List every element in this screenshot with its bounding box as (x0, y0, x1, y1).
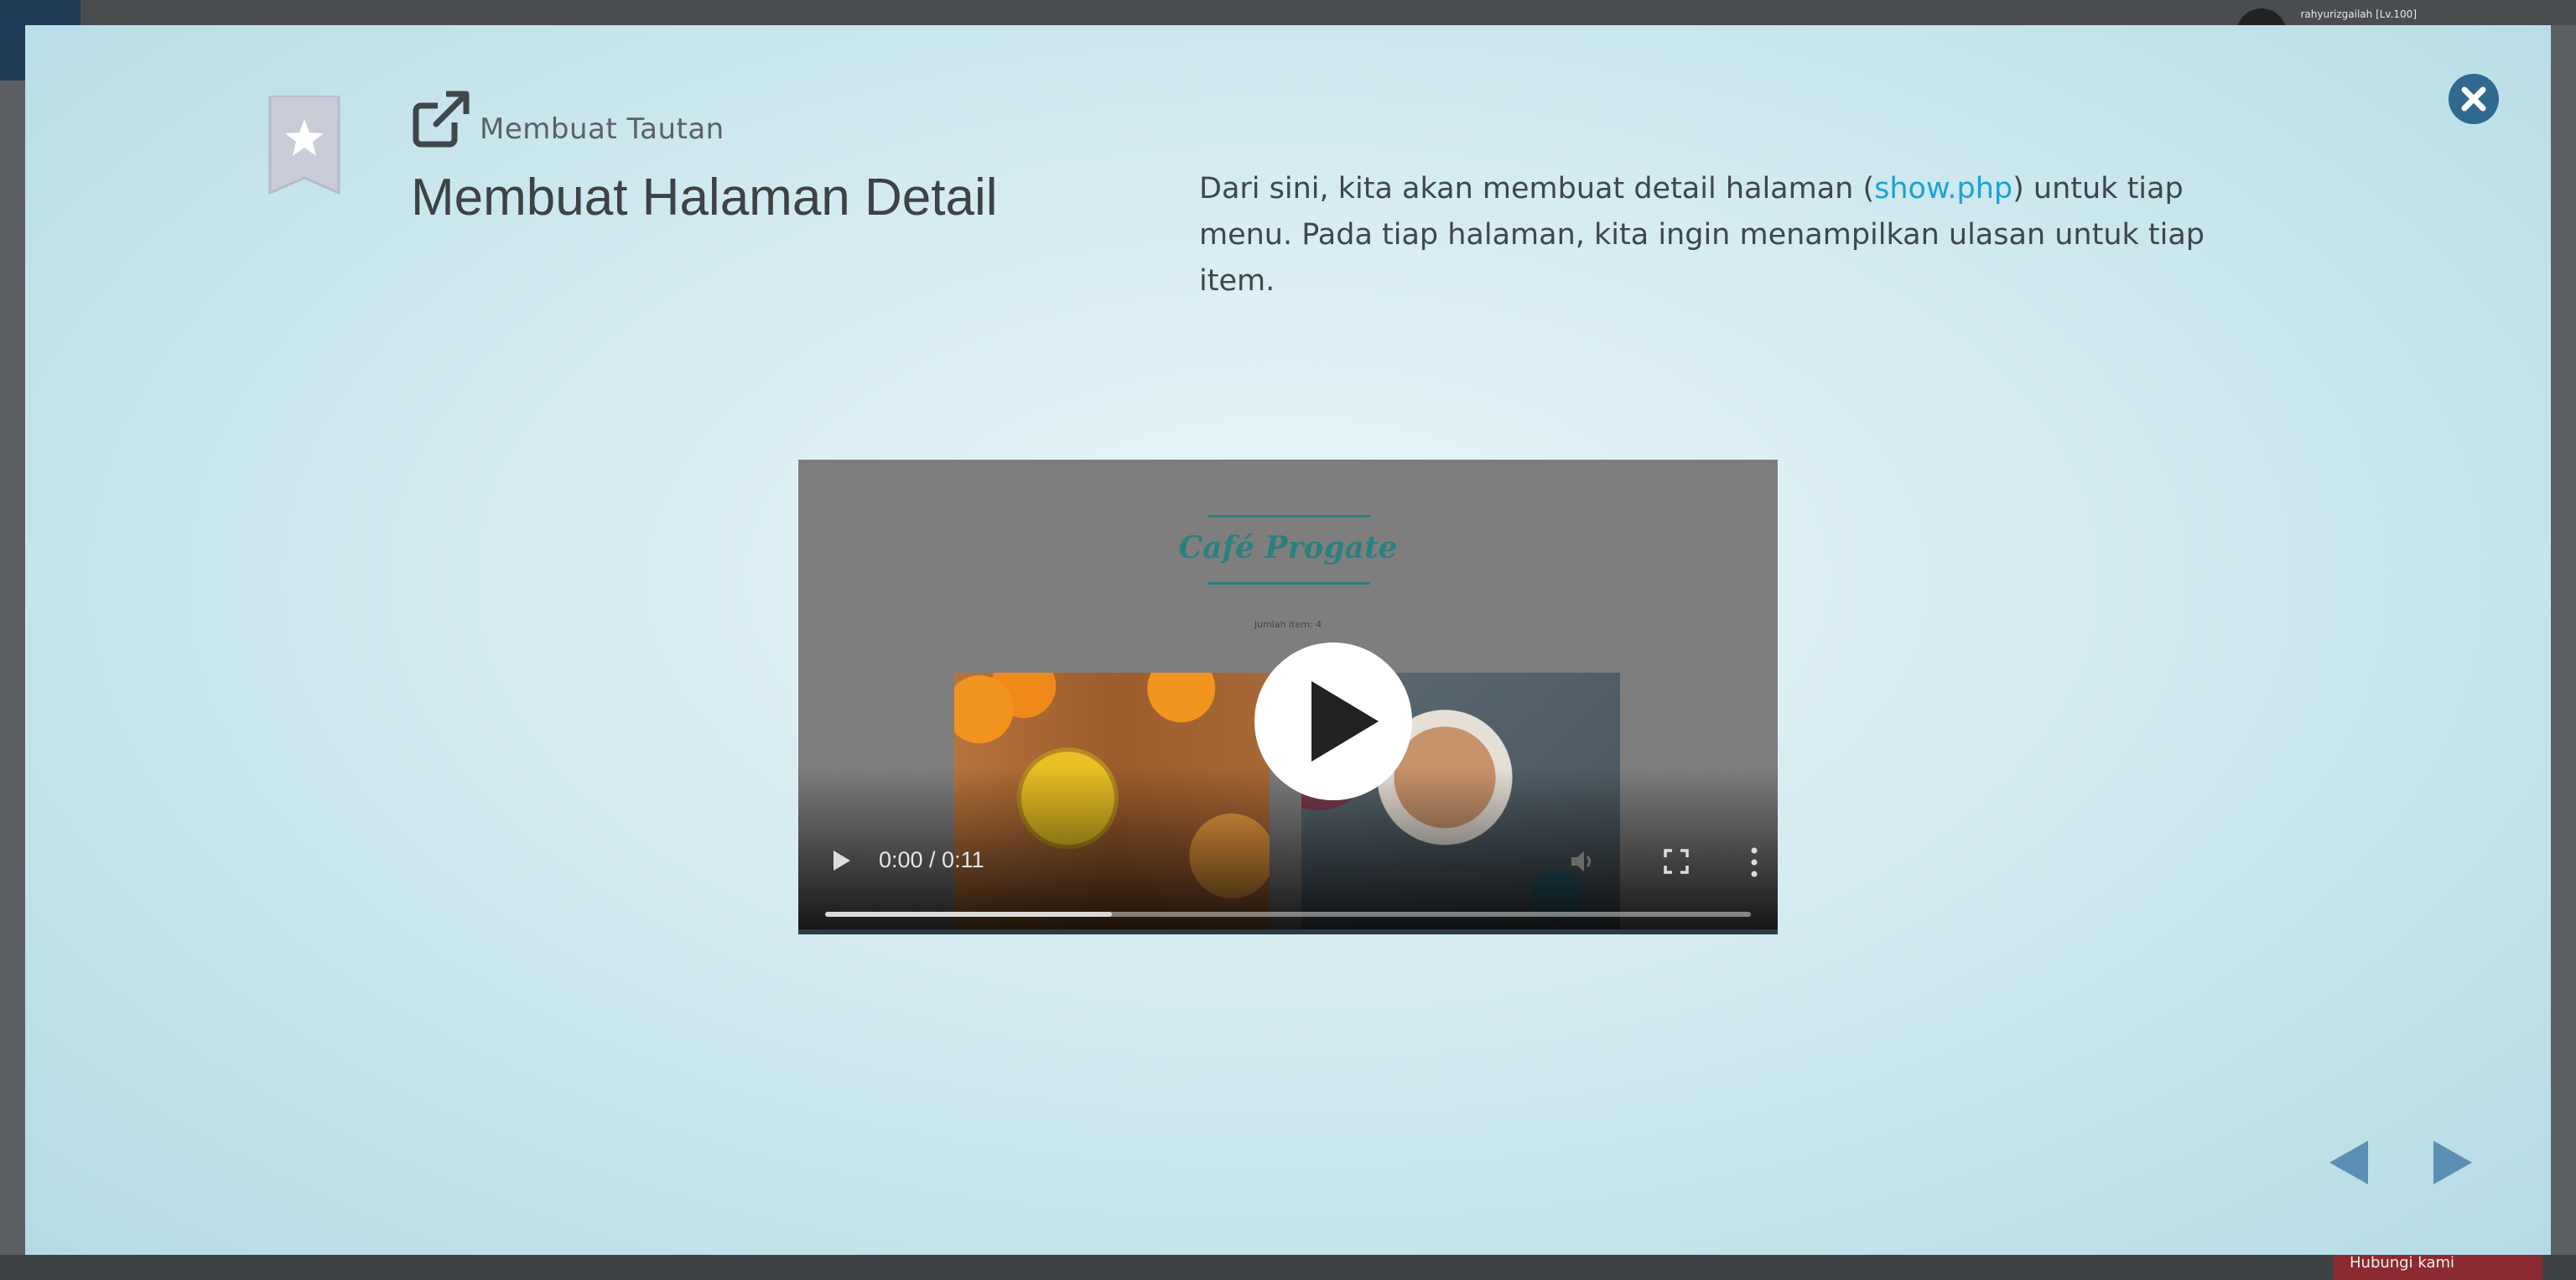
play-icon[interactable] (834, 851, 850, 871)
lesson-modal: Membuat Tautan Membuat Halaman Detail Da… (25, 25, 2551, 1255)
volume-icon[interactable] (1568, 847, 1597, 876)
link-label: Membuat Tautan (480, 112, 724, 146)
play-button[interactable] (1254, 643, 1412, 800)
external-link-icon (413, 91, 470, 148)
video-bottom-border (798, 929, 1778, 934)
description-text: Dari sini, kita akan membuat detail hala… (1199, 172, 1875, 206)
video-progress-fill (825, 912, 1113, 917)
preview-line (1208, 515, 1370, 518)
next-arrow-icon[interactable] (2433, 1141, 2472, 1184)
background-user-name: rahyurizgailah [Lv.100] (2300, 8, 2417, 20)
preview-item-count: Jumlah item: 4 (1254, 619, 1322, 630)
description-link[interactable]: show.php (1874, 172, 2012, 206)
lesson-description: Dari sini, kita akan membuat detail hala… (1199, 166, 2264, 304)
more-options-icon[interactable] (1751, 846, 1758, 879)
video-time: 0:00 / 0:11 (879, 847, 984, 872)
video-player[interactable]: Café Progate Jumlah item: 4 0:00 / 0:11 (798, 460, 1778, 934)
background-topbar (0, 0, 2576, 25)
page-title: Membuat Halaman Detail (411, 169, 998, 226)
bookmark-star-icon[interactable] (268, 96, 340, 195)
background-bottombar (0, 1255, 2576, 1280)
video-progress[interactable] (825, 912, 1751, 917)
prev-arrow-icon[interactable] (2329, 1141, 2368, 1184)
preview-brand: Café Progate (1178, 530, 1398, 565)
close-icon[interactable] (2447, 72, 2501, 126)
fullscreen-icon[interactable] (1662, 847, 1690, 876)
preview-line (1208, 582, 1370, 585)
